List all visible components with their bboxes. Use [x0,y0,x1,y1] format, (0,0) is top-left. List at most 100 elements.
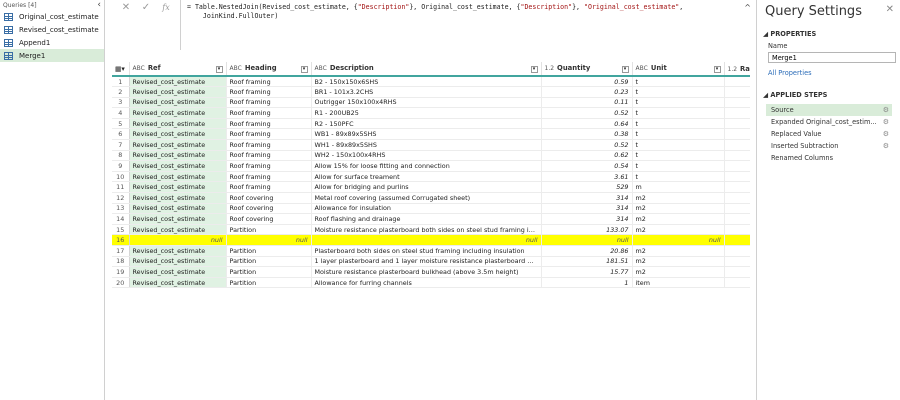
cell-description[interactable]: WH2 - 150x100x4RHS [311,150,542,162]
cell-rate[interactable] [724,118,750,130]
properties-header[interactable]: ◢ PROPERTIES [757,30,900,38]
column-header-ref[interactable]: ABC Ref ▾ [129,62,227,77]
cell-quantity[interactable]: 0.11 [541,97,633,109]
query-item-revised[interactable]: Revised_cost_estimate [0,23,104,36]
cell-heading[interactable]: Roof framing [226,139,312,151]
query-name-input[interactable] [768,52,896,63]
applied-step[interactable]: Source ⚙ [766,104,892,116]
applied-step[interactable]: Replaced Value ⚙ [766,128,892,140]
table-menu-icon[interactable]: ▦▾ [112,62,130,77]
cell-rate[interactable] [724,203,750,215]
filter-dropdown-icon[interactable]: ▾ [713,66,721,73]
cell-quantity[interactable]: 0.52 [541,139,633,151]
collapse-icon[interactable]: ‹ [97,0,101,10]
cell-unit[interactable]: t [632,171,725,183]
cell-rate[interactable] [724,160,750,172]
cell-heading[interactable]: Partition [226,224,312,236]
gear-icon[interactable]: ⚙ [883,130,889,138]
cell-quantity[interactable]: 133.07 [541,224,633,236]
cell-quantity[interactable]: 314 [541,213,633,225]
applied-steps-header[interactable]: ◢ APPLIED STEPS [757,91,900,99]
cell-quantity[interactable]: 0.23 [541,86,633,98]
cell-ref[interactable]: Revised_cost_estimate [129,107,227,119]
formula-input[interactable]: = Table.NestedJoin(Revised_cost_estimate… [180,0,755,50]
cell-unit[interactable]: null [632,234,725,246]
cell-rate[interactable] [724,171,750,183]
text-type-icon[interactable]: ABC [133,65,145,72]
cell-ref[interactable]: Revised_cost_estimate [129,224,227,236]
cell-quantity[interactable]: 15.77 [541,266,633,278]
cell-unit[interactable]: m2 [632,192,725,204]
cell-heading[interactable]: Partition [226,277,312,289]
cell-description[interactable]: Outrigger 150x100x4RHS [311,97,542,109]
cell-unit[interactable]: t [632,139,725,151]
cell-unit[interactable]: t [632,150,725,162]
cell-description[interactable]: BR1 - 101x3.2CHS [311,86,542,98]
cell-description[interactable]: Allowance for insulation [311,203,542,215]
gear-icon[interactable]: ⚙ [883,118,889,126]
cell-ref[interactable]: Revised_cost_estimate [129,266,227,278]
query-item-original[interactable]: Original_cost_estimate [0,10,104,23]
chevron-up-icon[interactable]: ^ [744,3,751,12]
cell-quantity[interactable]: null [541,234,633,246]
cell-unit[interactable]: item [632,277,725,289]
cell-heading[interactable]: Roof covering [226,203,312,215]
cell-description[interactable]: R1 - 200UB25 [311,107,542,119]
cell-ref[interactable]: Revised_cost_estimate [129,150,227,162]
cell-rate[interactable] [724,128,750,141]
cell-rate[interactable] [724,256,750,268]
cell-ref[interactable]: Revised_cost_estimate [129,213,227,225]
text-type-icon[interactable]: ABC [636,65,648,72]
cell-quantity[interactable]: 0.54 [541,160,633,172]
cell-heading[interactable]: Roof framing [226,107,312,119]
cell-unit[interactable]: m [632,181,725,194]
cell-ref[interactable]: Revised_cost_estimate [129,128,227,141]
cell-ref[interactable]: Revised_cost_estimate [129,256,227,268]
cell-quantity[interactable]: 529 [541,181,633,194]
all-properties-link[interactable]: All Properties [757,69,900,77]
cell-quantity[interactable]: 1 [541,277,633,289]
cell-ref[interactable]: Revised_cost_estimate [129,139,227,151]
cell-unit[interactable]: t [632,128,725,141]
cell-heading[interactable]: Partition [226,245,312,257]
cell-description[interactable]: Allow for surface treament [311,171,542,183]
cell-ref[interactable]: null [129,234,227,246]
cell-heading[interactable]: Roof framing [226,181,312,194]
cell-description[interactable]: WH1 - 89x89x5SHS [311,139,542,151]
cell-description[interactable]: Moisture resistance plasterboard both si… [311,224,542,236]
cell-heading[interactable]: Roof framing [226,118,312,130]
cell-description[interactable]: Allow 15% for loose fitting and connecti… [311,160,542,172]
cell-rate[interactable] [724,86,750,98]
cell-heading[interactable]: Partition [226,266,312,278]
cell-description[interactable]: Moisture resistance plasterboard bulkhea… [311,266,542,278]
text-type-icon[interactable]: ABC [315,65,327,72]
cell-unit[interactable]: t [632,107,725,119]
applied-step[interactable]: Expanded Original_cost_estim... ⚙ [766,116,892,128]
cell-unit[interactable]: m2 [632,245,725,257]
cell-heading[interactable]: Roof covering [226,213,312,225]
cell-rate[interactable] [724,245,750,257]
cell-description[interactable]: B2 - 150x150x6SHS [311,76,542,88]
cell-rate[interactable] [724,213,750,225]
query-item-append1[interactable]: Append1 [0,36,104,49]
column-header-rate[interactable]: 1.2Rat [724,62,750,77]
cell-heading[interactable]: Roof framing [226,128,312,141]
cell-rate[interactable] [724,234,750,246]
cell-unit[interactable]: m2 [632,256,725,268]
cell-description[interactable]: R2 - 150PFC [311,118,542,130]
cell-rate[interactable] [724,181,750,194]
cell-unit[interactable]: m2 [632,224,725,236]
cell-rate[interactable] [724,224,750,236]
cell-ref[interactable]: Revised_cost_estimate [129,160,227,172]
decimal-type-icon[interactable]: 1.2 [728,66,738,73]
cell-unit[interactable]: t [632,76,725,88]
cell-rate[interactable] [724,139,750,151]
column-header-description[interactable]: ABC Description ▾ [311,62,542,77]
cell-unit[interactable]: m2 [632,266,725,278]
cell-description[interactable]: Metal roof covering (assumed Corrugated … [311,192,542,204]
text-type-icon[interactable]: ABC [230,65,242,72]
filter-dropdown-icon[interactable]: ▾ [530,66,538,73]
cell-quantity[interactable]: 314 [541,203,633,215]
cell-description[interactable]: null [311,234,542,246]
cancel-icon[interactable]: ✕ [116,2,136,14]
